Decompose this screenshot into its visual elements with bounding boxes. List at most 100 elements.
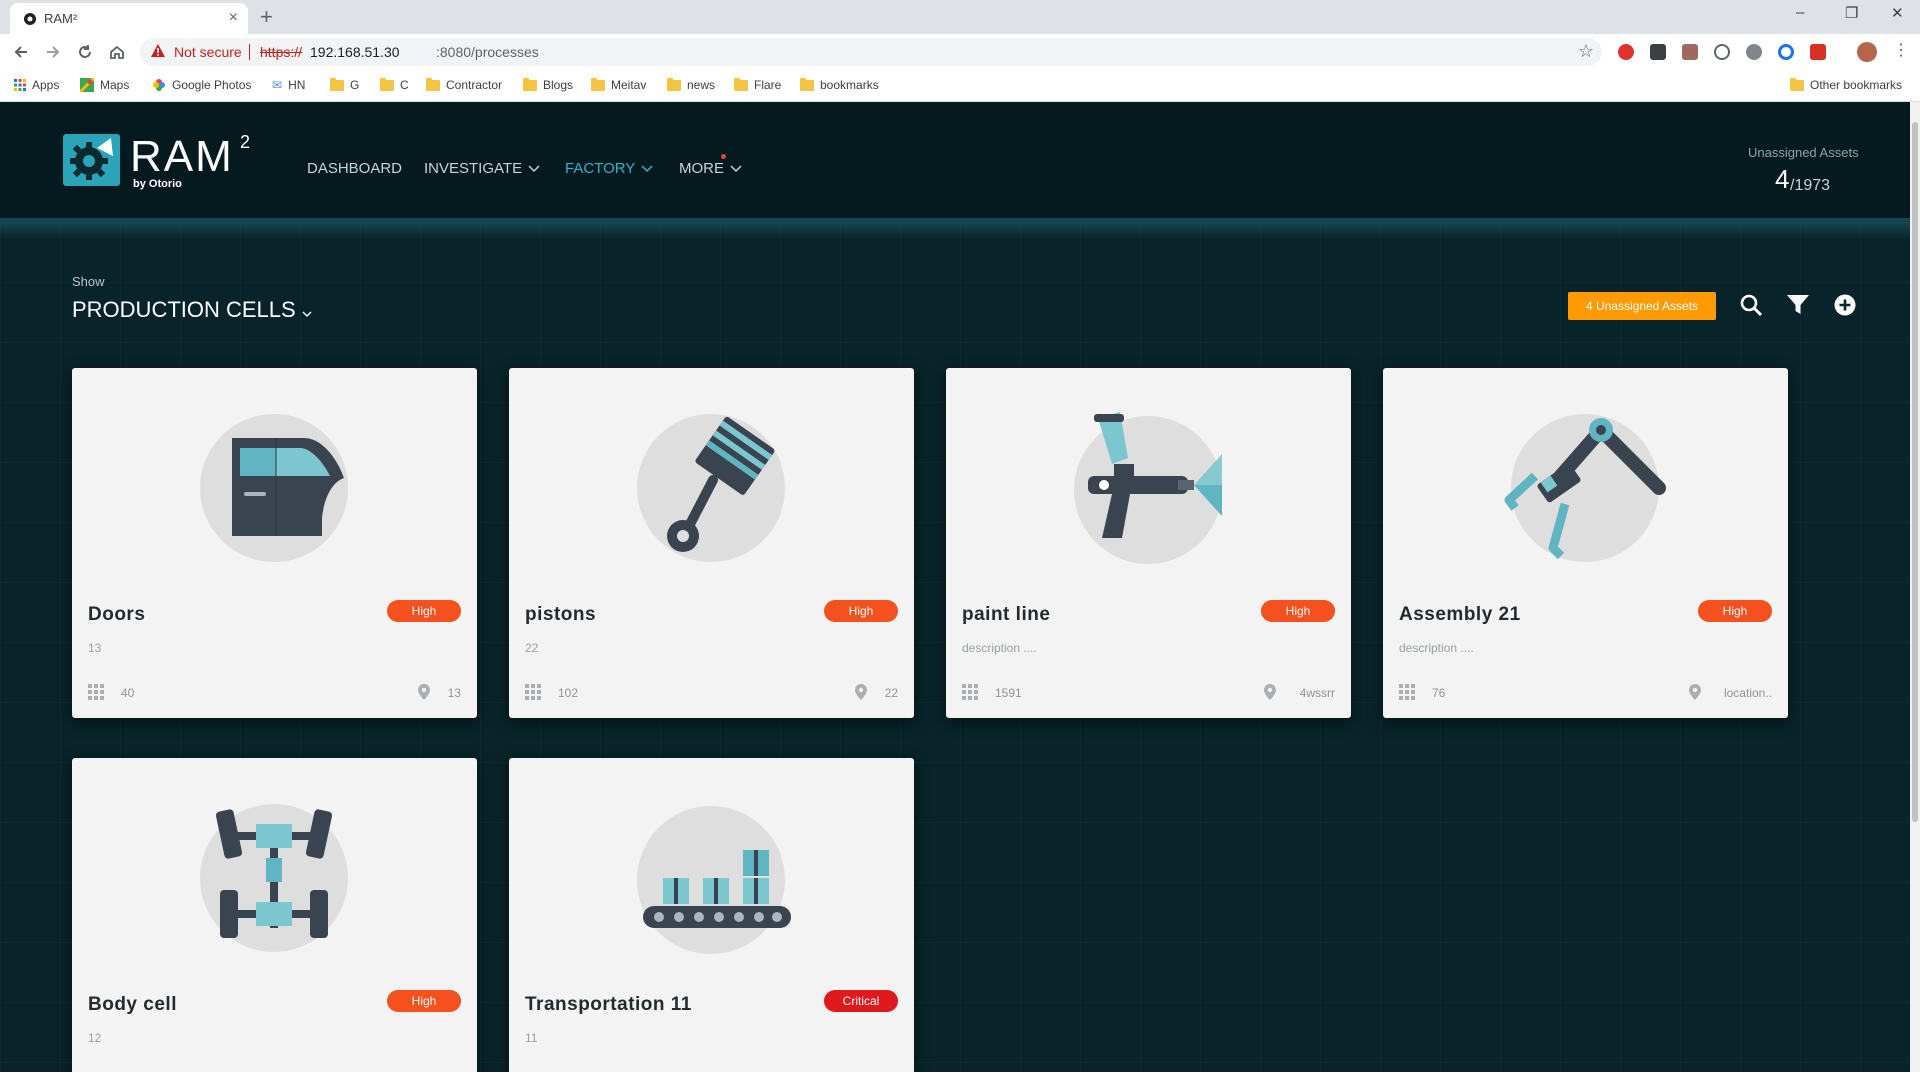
home-icon[interactable] [108, 43, 126, 61]
bookmark-g[interactable]: G [330, 77, 359, 92]
bookmark-contractor[interactable]: Contractor [426, 77, 502, 92]
pdf-extension-icon[interactable] [1682, 44, 1698, 60]
extension-icon[interactable] [1650, 44, 1666, 60]
unassigned-assets-button[interactable]: 4 Unassigned Assets [1568, 292, 1716, 320]
card-description: description .... [1399, 641, 1474, 655]
folder-icon [1790, 77, 1804, 91]
restore-button[interactable]: ❐ [1845, 4, 1858, 22]
assets-count: 76 [1432, 686, 1446, 700]
card-footer: 102 22 [509, 684, 914, 704]
unassigned-assets-label: Unassigned Assets [1748, 145, 1859, 160]
bookmark-label: bookmarks [820, 78, 879, 92]
profile-avatar[interactable] [1857, 42, 1877, 62]
bottom-strip [0, 1072, 1920, 1080]
back-arrow-icon[interactable] [12, 43, 30, 61]
url-host: 192.168.51.30 [310, 44, 400, 60]
bookmark-apps[interactable]: Apps [14, 78, 59, 92]
extension-bubble-icon[interactable] [1746, 44, 1762, 60]
chassis-icon [200, 804, 348, 952]
other-bookmarks[interactable]: Other bookmarks [1790, 77, 1902, 92]
filter-icon[interactable] [1785, 292, 1811, 318]
pocket-extension-icon[interactable] [1810, 44, 1826, 60]
browser-menu-icon[interactable]: ⋮ [1893, 40, 1909, 60]
bookmark-star-icon[interactable]: ☆ [1578, 41, 1594, 62]
bookmark-google-photos[interactable]: Google Photos [152, 78, 251, 92]
extension-ring-icon[interactable] [1778, 44, 1794, 60]
search-icon[interactable] [1738, 292, 1764, 318]
production-cell-card[interactable]: Doors High 13 40 13 [72, 368, 477, 718]
extension-circle-icon[interactable] [1714, 44, 1730, 60]
tab-title: RAM² [44, 11, 78, 26]
card-title: Body cell [88, 994, 177, 1015]
notification-dot [721, 154, 726, 159]
assets-grid-icon [962, 684, 978, 700]
production-cell-card[interactable]: Body cell High 12 [72, 758, 477, 1072]
forward-arrow-icon[interactable] [44, 43, 62, 61]
risk-badge: High [1698, 600, 1772, 622]
minimize-button[interactable]: – [1796, 4, 1804, 21]
bookmark-meitav[interactable]: Meitav [591, 77, 646, 92]
ram-logo-icon[interactable] [63, 134, 120, 186]
ram-favicon-icon [24, 13, 36, 25]
chevron-down-icon [302, 311, 312, 317]
nav-label: FACTORY [565, 160, 636, 177]
bookmark-blogs[interactable]: Blogs [523, 77, 573, 92]
risk-badge: Critical [824, 990, 898, 1012]
app-viewport: RAM 2 by Otorio DASHBOARD INVESTIGATE FA… [0, 102, 1910, 1072]
nav-dashboard[interactable]: DASHBOARD [307, 160, 402, 177]
nav-label: INVESTIGATE [424, 160, 523, 177]
folder-icon [800, 77, 814, 91]
folder-icon [426, 77, 440, 91]
risk-badge: High [387, 990, 461, 1012]
conveyor-icon [637, 806, 791, 954]
view-selector[interactable]: PRODUCTION CELLS [72, 297, 312, 323]
warning-icon [151, 44, 165, 57]
card-description: description .... [962, 641, 1037, 655]
bookmark-label: Maps [100, 78, 130, 92]
nav-more[interactable]: MORE [679, 160, 742, 177]
production-cell-card[interactable]: pistons High 22 102 22 [509, 368, 914, 718]
nav-label: DASHBOARD [307, 160, 403, 177]
nav-factory[interactable]: FACTORY [565, 160, 653, 177]
folder-icon [734, 77, 748, 91]
card-title: Transportation 11 [525, 994, 692, 1015]
location-text: 13 [447, 686, 461, 700]
show-label: Show [72, 274, 105, 289]
folder-icon [330, 77, 344, 91]
card-title: Assembly 21 [1399, 604, 1521, 625]
bookmark-news[interactable]: news [667, 77, 715, 92]
opera-extension-icon[interactable] [1618, 44, 1634, 60]
bookmark-flare[interactable]: Flare [734, 77, 781, 92]
bookmark-bookmarks[interactable]: bookmarks [800, 77, 879, 92]
production-cell-card[interactable]: paint line High description .... 1591 4w… [946, 368, 1351, 718]
assets-grid-icon [525, 684, 541, 700]
security-label[interactable]: Not secure [174, 44, 242, 60]
location-pin-icon [1264, 684, 1276, 700]
bookmark-maps[interactable]: Maps [80, 78, 129, 92]
bookmarks-bar: Apps Maps Google Photos ✉ HN G C Contrac… [0, 70, 1920, 102]
piston-icon [637, 414, 785, 562]
nav-investigate[interactable]: INVESTIGATE [424, 160, 540, 177]
new-tab-button[interactable]: + [260, 4, 273, 30]
address-bar[interactable]: Not secure https:// 192.168.51.30 :8080/… [140, 38, 1602, 66]
tab-close-icon[interactable]: × [229, 9, 238, 27]
logo-byline: by Otorio [133, 178, 182, 190]
production-cell-card[interactable]: Transportation 11 Critical 11 [509, 758, 914, 1072]
location-pin-icon [855, 684, 867, 700]
reload-icon[interactable] [76, 43, 94, 61]
bookmark-hn[interactable]: ✉ HN [272, 78, 305, 92]
car-door-icon [200, 414, 348, 562]
page-scroll-thumb[interactable] [1912, 122, 1918, 822]
card-footer: 40 13 [72, 684, 477, 704]
close-window-button[interactable]: ✕ [1891, 4, 1904, 22]
add-circle-icon[interactable] [1832, 292, 1858, 318]
card-description: 11 [525, 1031, 538, 1045]
bookmark-label: Apps [32, 78, 60, 92]
location-text: 4wssrr [1299, 686, 1335, 700]
risk-badge: High [1261, 600, 1335, 622]
production-cell-card[interactable]: Assembly 21 High description .... 76 loc… [1383, 368, 1788, 718]
bookmark-c[interactable]: C [380, 77, 409, 92]
browser-tab[interactable]: RAM² × [10, 3, 248, 34]
chevron-down-icon [730, 164, 742, 172]
card-title: paint line [962, 604, 1051, 625]
